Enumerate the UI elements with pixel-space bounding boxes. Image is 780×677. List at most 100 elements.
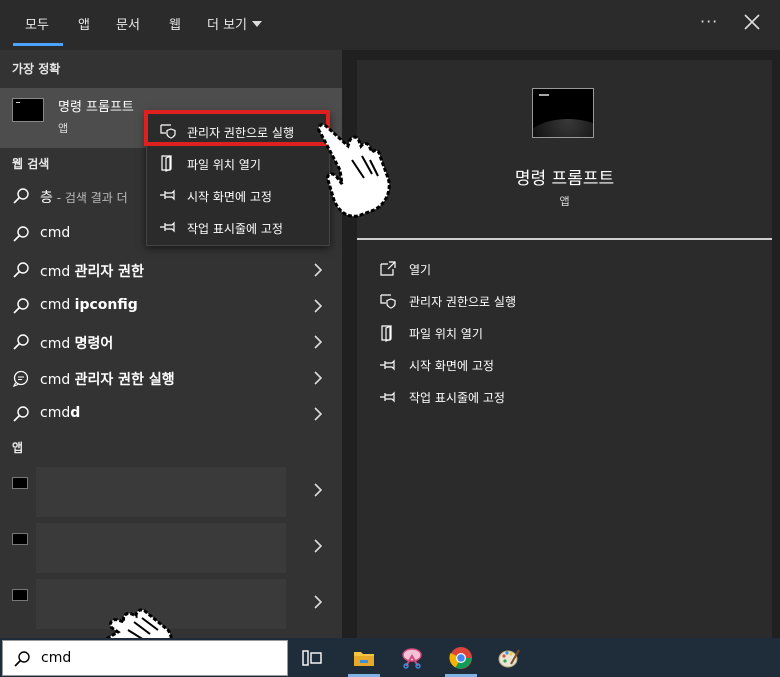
hand-pointer-icon (317, 123, 391, 218)
menu-item-label: 시작 화면에 고정 (187, 190, 272, 204)
folder-icon (161, 155, 172, 172)
folder-icon (381, 325, 392, 342)
web-result-row[interactable]: cmd 명령어 (0, 324, 342, 360)
tab-web[interactable]: 웹 (169, 14, 181, 33)
tab-documents[interactable]: 문서 (116, 14, 140, 33)
highlight-box (144, 110, 330, 146)
web-result-label: cmd (40, 225, 71, 241)
web-search-label: 웹 검색 (12, 157, 50, 171)
web-result-prefix: cmd (40, 297, 75, 313)
details-title: 명령 프롬프트 (514, 169, 615, 189)
action-label: 파일 위치 열기 (409, 327, 483, 341)
action-label: 작업 표시줄에 고정 (409, 391, 505, 405)
action-label: 관리자 권한으로 실행 (409, 295, 516, 309)
details-subtitle: 앱 (559, 195, 570, 208)
action-label: 시작 화면에 고정 (409, 359, 494, 373)
chevron-right-icon[interactable] (312, 370, 324, 386)
tab-more[interactable]: 더 보기 (207, 14, 263, 33)
app-result-row[interactable] (0, 519, 342, 575)
action-open-file-location[interactable]: 파일 위치 열기 (379, 322, 759, 346)
search-icon (14, 651, 30, 667)
action-pin-to-start[interactable]: 시작 화면에 고정 (379, 354, 759, 378)
command-prompt-large-icon (532, 88, 594, 138)
web-result-row[interactable]: cmd ipconfig (0, 288, 342, 324)
chevron-right-icon[interactable] (312, 482, 324, 498)
task-view-icon[interactable] (300, 646, 324, 670)
app-icon (12, 589, 28, 601)
web-result-bold: d (70, 405, 81, 421)
web-result-hint: - 검색 결과 더 (52, 191, 128, 205)
web-result-label: cmd 관리자 권한 실행 (40, 369, 175, 389)
close-icon[interactable] (742, 12, 762, 32)
command-prompt-icon (12, 98, 44, 122)
web-result-query: 층 (40, 190, 53, 206)
chevron-right-icon[interactable] (312, 262, 324, 278)
details-panel: 명령 프롬프트 앱 열기 관리자 권한으로 실행 파일 위치 열기 시작 화면에… (357, 60, 772, 638)
web-result-bold: ipconfig (74, 297, 138, 313)
menu-item-label: 파일 위치 열기 (187, 158, 261, 172)
apps-label: 앱 (12, 441, 24, 455)
open-icon (380, 261, 396, 276)
web-result-bold: 명령어 (74, 336, 114, 352)
app-icon (12, 533, 28, 545)
menu-item-pin-to-taskbar[interactable]: 작업 표시줄에 고정 (147, 211, 331, 243)
taskbar-search-box[interactable]: cmd (2, 640, 288, 676)
pin-icon (160, 189, 175, 201)
app-icon (12, 477, 28, 489)
web-result-label: 층 - 검색 결과 더 (40, 187, 128, 207)
search-input[interactable]: cmd (41, 650, 71, 666)
web-result-row[interactable]: cmd 관리자 권한 (0, 252, 342, 288)
top-tab-bar: 모두 앱 문서 웹 더 보기 ··· (0, 0, 780, 50)
chevron-right-icon[interactable] (312, 594, 324, 610)
web-result-row[interactable]: cmd 관리자 권한 실행 (0, 360, 342, 396)
web-result-label: cmdd (40, 405, 80, 421)
best-match-subtitle: 앱 (58, 122, 69, 135)
pin-icon (380, 359, 395, 371)
menu-item-open-file-location[interactable]: 파일 위치 열기 (147, 147, 331, 179)
pin-icon (160, 221, 175, 233)
action-open[interactable]: 열기 (379, 258, 759, 282)
tab-apps[interactable]: 앱 (78, 14, 90, 33)
chat-icon (12, 370, 29, 387)
web-result-prefix: cmd (40, 372, 75, 388)
active-tab-indicator (13, 43, 63, 46)
search-icon (13, 226, 29, 242)
app-result-row[interactable] (0, 463, 342, 519)
search-icon (13, 334, 29, 350)
divider (357, 238, 772, 240)
best-match-label: 가장 정확 (12, 62, 61, 76)
menu-item-label: 작업 표시줄에 고정 (187, 222, 283, 236)
paint-icon[interactable] (497, 646, 521, 670)
web-result-row[interactable]: cmdd (0, 396, 342, 432)
web-result-label: cmd 관리자 권한 (40, 261, 144, 281)
pin-icon (380, 391, 395, 403)
search-icon (13, 262, 29, 278)
action-label: 열기 (409, 263, 432, 277)
action-run-as-admin[interactable]: 관리자 권한으로 실행 (379, 290, 759, 314)
menu-item-pin-to-start[interactable]: 시작 화면에 고정 (147, 179, 331, 211)
web-result-prefix: cmd (40, 405, 71, 421)
taskbar: cmd (0, 638, 780, 677)
web-result-prefix: cmd (40, 264, 75, 280)
chevron-right-icon[interactable] (312, 538, 324, 554)
web-result-prefix: cmd (40, 336, 75, 352)
web-result-label: cmd ipconfig (40, 297, 138, 313)
tab-all[interactable]: 모두 (25, 14, 49, 33)
more-options-icon[interactable]: ··· (700, 12, 718, 31)
search-icon (13, 188, 29, 204)
app-result-label-blurred (36, 523, 286, 573)
chevron-right-icon[interactable] (312, 298, 324, 314)
web-result-label: cmd 명령어 (40, 333, 113, 353)
snipping-tool-icon[interactable] (400, 646, 424, 670)
chrome-icon[interactable] (449, 646, 473, 670)
web-result-bold: 관리자 권한 (74, 264, 144, 280)
action-pin-to-taskbar[interactable]: 작업 표시줄에 고정 (379, 386, 759, 410)
shield-icon (380, 294, 396, 309)
file-explorer-icon[interactable] (352, 646, 376, 670)
web-result-bold: 관리자 권한 실행 (74, 372, 175, 388)
tab-more-label: 더 보기 (207, 18, 248, 33)
chevron-right-icon[interactable] (312, 334, 324, 350)
chevron-right-icon[interactable] (312, 406, 324, 422)
app-result-label-blurred (36, 467, 286, 517)
caret-down-icon (252, 21, 263, 27)
